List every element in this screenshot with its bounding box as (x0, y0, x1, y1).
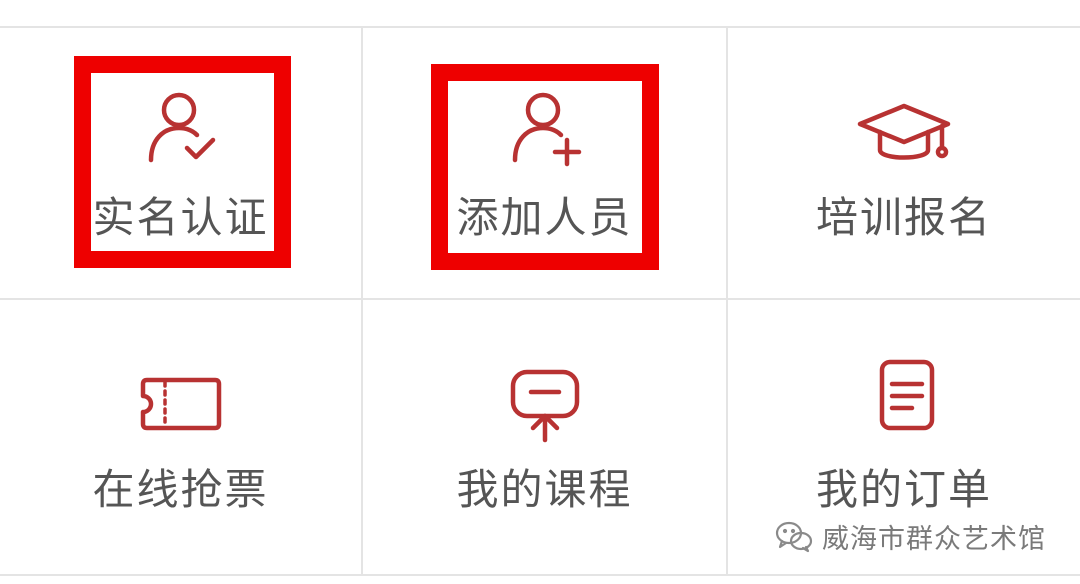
menu-item-label: 我的订单 (815, 465, 992, 514)
menu-item-training-signup[interactable]: 培训报名 (728, 28, 1080, 300)
menu-item-label: 在线抢票 (92, 465, 269, 514)
watermark: 威海市群众艺术馆 (774, 517, 1046, 556)
ticket-icon (133, 354, 229, 450)
wechat-icon (774, 520, 814, 554)
presentation-icon (497, 354, 593, 450)
menu-item-my-courses[interactable]: 我的课程 (363, 300, 728, 574)
graduation-cap-icon (856, 82, 952, 178)
watermark-text: 威海市群众艺术馆 (822, 524, 1046, 555)
menu-item-online-tickets[interactable]: 在线抢票 (0, 300, 363, 574)
highlight-box-add-person (431, 64, 659, 270)
menu-item-label: 我的课程 (456, 465, 633, 514)
menu-item-label: 培训报名 (815, 193, 992, 242)
order-document-icon (856, 354, 952, 450)
highlight-box-real-name-verification (74, 56, 291, 268)
